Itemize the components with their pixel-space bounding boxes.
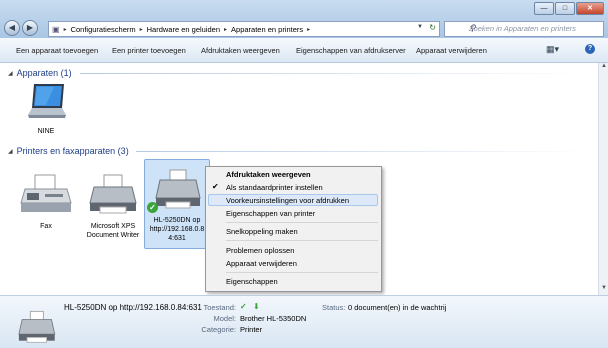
control-panel-icon: ▣ xyxy=(52,24,60,34)
window-controls: — □ ✕ xyxy=(534,2,604,15)
remove-device-button[interactable]: Apparaat verwijderen xyxy=(416,46,487,55)
view-print-jobs-button[interactable]: Afdruktaken weergeven xyxy=(201,46,280,55)
menu-item-printer-properties[interactable]: Eigenschappen van printer xyxy=(226,209,315,218)
details-device-name: HL-5250DN op http://192.168.0.84:631 xyxy=(64,303,202,312)
category-value: Printer xyxy=(240,325,263,334)
menu-item-view-print-jobs[interactable]: Afdruktaken weergeven xyxy=(226,170,311,179)
collapse-icon: ◢ xyxy=(8,148,13,155)
close-button[interactable]: ✕ xyxy=(576,2,604,15)
category-label: Categorie: xyxy=(201,325,236,334)
state-label: Toestand: xyxy=(203,303,236,312)
details-pane: HL-5250DN op http://192.168.0.84:631 Toe… xyxy=(0,295,608,348)
maximize-button[interactable]: □ xyxy=(555,2,575,15)
printer-label: Fax xyxy=(40,223,52,230)
breadcrumb-item[interactable]: Hardware en geluiden xyxy=(147,25,220,34)
menu-item-troubleshoot[interactable]: Problemen oplossen xyxy=(226,246,294,255)
group-divider xyxy=(80,73,590,74)
menu-item-printing-preferences[interactable]: Voorkeursinstellingen voor afdrukken xyxy=(208,194,378,206)
download-icon: ⬇ xyxy=(253,302,260,311)
breadcrumb-separator-icon: ▸ xyxy=(224,26,228,33)
menu-item-create-shortcut[interactable]: Snelkoppeling maken xyxy=(226,227,298,236)
laptop-icon xyxy=(28,84,66,118)
menu-item-set-default[interactable]: Als standaardprinter instellen xyxy=(226,183,323,192)
search-icon[interactable]: ⚲ xyxy=(469,23,600,34)
menu-separator xyxy=(226,222,378,223)
address-dropdown-icon[interactable]: ▼ xyxy=(417,24,423,30)
window-titlebar: — □ ✕ ◀ ▶ ▣ ▸ Configuratiescherm ▸ Hardw… xyxy=(0,0,608,38)
breadcrumb-separator-icon: ▸ xyxy=(63,26,67,33)
menu-separator xyxy=(226,240,378,241)
printer-fax[interactable]: Fax xyxy=(14,173,78,231)
view-options-icon[interactable]: ▦▾ xyxy=(546,44,559,55)
printer-icon xyxy=(155,169,201,209)
status-value: 0 document(en) in de wachtrij xyxy=(348,303,447,312)
print-server-properties-button[interactable]: Eigenschappen van afdrukserver xyxy=(296,46,406,55)
scroll-up-icon[interactable]: ▲ xyxy=(599,63,608,73)
breadcrumb-separator-icon: ▸ xyxy=(307,26,311,33)
printer-label: Document Writer xyxy=(86,232,140,239)
menu-item-remove-device[interactable]: Apparaat verwijderen xyxy=(226,259,297,268)
vertical-scrollbar[interactable]: ▲ ▼ xyxy=(598,63,608,295)
default-printer-check-icon: ✓ xyxy=(147,202,158,213)
printer-icon xyxy=(89,174,137,214)
printer-label: http://192.168.0.8 xyxy=(149,226,205,233)
navigation-buttons: ◀ ▶ xyxy=(4,20,38,36)
model-value: Brother HL-5350DN xyxy=(240,314,307,323)
scroll-down-icon[interactable]: ▼ xyxy=(599,285,608,295)
printer-icon xyxy=(18,310,56,343)
breadcrumb-item[interactable]: Configuratiescherm xyxy=(71,25,136,34)
help-icon[interactable]: ? xyxy=(585,44,595,54)
fax-icon xyxy=(20,174,72,212)
group-header-devices[interactable]: ◢ Apparaten (1) xyxy=(8,68,72,78)
context-menu: Afdruktaken weergeven ✔ Als standaardpri… xyxy=(205,166,382,292)
add-printer-button[interactable]: Een printer toevoegen xyxy=(112,46,186,55)
address-bar[interactable]: ▣ ▸ Configuratiescherm ▸ Hardware en gel… xyxy=(48,21,440,37)
printer-label: 4:631 xyxy=(168,235,186,242)
printer-hl-5250dn[interactable]: ✓ HL-5250DN op http://192.168.0.8 4:631 xyxy=(144,159,210,249)
menu-separator xyxy=(226,272,378,273)
minimize-button[interactable]: — xyxy=(534,2,554,15)
back-button[interactable]: ◀ xyxy=(4,20,20,36)
status-label: Status: xyxy=(322,303,346,312)
add-device-button[interactable]: Een apparaat toevoegen xyxy=(16,46,98,55)
command-bar: Een apparaat toevoegen Een printer toevo… xyxy=(0,38,608,63)
printer-xps[interactable]: Microsoft XPS Document Writer xyxy=(80,173,146,240)
menu-item-properties[interactable]: Eigenschappen xyxy=(226,277,278,286)
refresh-icon[interactable]: ↻ xyxy=(429,23,436,32)
device-laptop[interactable]: NINE xyxy=(18,80,74,136)
breadcrumb-separator-icon: ▸ xyxy=(139,26,143,33)
checkmark-icon: ✔ xyxy=(212,182,219,191)
group-divider xyxy=(136,151,590,152)
status-ok-icon: ✓ xyxy=(240,302,247,311)
group-header-printers[interactable]: ◢ Printers en faxapparaten (3) xyxy=(8,146,129,156)
collapse-icon: ◢ xyxy=(8,70,13,77)
printer-label: Microsoft XPS xyxy=(90,223,136,230)
model-label: Model: xyxy=(213,314,236,323)
forward-button[interactable]: ▶ xyxy=(22,20,38,36)
group-title: Printers en faxapparaten (3) xyxy=(16,146,129,156)
search-box[interactable]: Zoeken in Apparaten en printers ⚲ xyxy=(444,21,604,37)
breadcrumb-item[interactable]: Apparaten en printers xyxy=(231,25,303,34)
device-label: NINE xyxy=(37,128,55,135)
group-title: Apparaten (1) xyxy=(16,68,72,78)
printer-label: HL-5250DN op xyxy=(153,217,201,224)
